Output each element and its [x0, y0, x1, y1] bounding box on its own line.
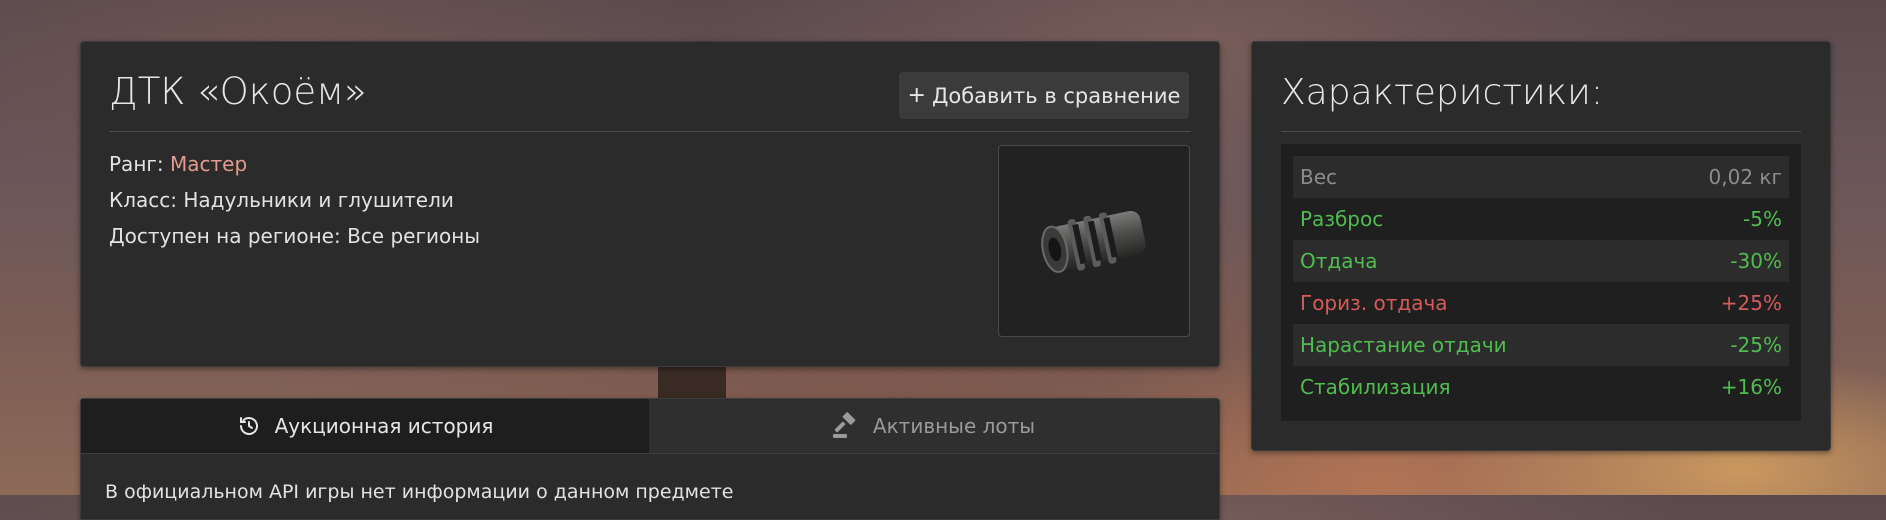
stat-value: -5%	[1743, 207, 1782, 231]
characteristics-title: Характеристики:	[1281, 72, 1603, 113]
item-image	[998, 145, 1190, 337]
stat-value: 0,02 кг	[1708, 165, 1782, 189]
stat-label: Разброс	[1300, 207, 1384, 231]
add-to-compare-label: Добавить в сравнение	[931, 83, 1181, 108]
stat-row-recoil-growth: Нарастание отдачи -25%	[1293, 324, 1789, 366]
class-line: Класс: Надульники и глушители	[109, 188, 454, 212]
auction-tabs-panel: Аукционная история Активные лоты В офици…	[80, 398, 1220, 520]
stat-label: Отдача	[1300, 249, 1378, 273]
stat-row-weight: Вес 0,02 кг	[1293, 156, 1789, 198]
item-info-panel: ДТК «Окоём» + Добавить в сравнение Ранг:…	[80, 41, 1220, 367]
tabs-divider	[81, 453, 1219, 454]
characteristics-table: Вес 0,02 кг Разброс -5% Отдача -30% Гори…	[1281, 144, 1801, 421]
stat-row-horizontal-recoil: Гориз. отдача +25%	[1293, 282, 1789, 324]
tab-active-lots-label: Активные лоты	[872, 414, 1036, 438]
rank-value: Мастер	[170, 152, 248, 176]
tab-auction-history-label: Аукционная история	[274, 414, 494, 438]
stat-row-recoil: Отдача -30%	[1293, 240, 1789, 282]
stat-value: +25%	[1720, 291, 1782, 315]
title-divider	[109, 131, 1191, 132]
history-icon	[237, 414, 261, 438]
tab-active-lots[interactable]: Активные лоты	[649, 399, 1217, 453]
stat-label: Гориз. отдача	[1300, 291, 1448, 315]
tab-auction-history[interactable]: Аукционная история	[81, 399, 649, 453]
stat-row-stabilization: Стабилизация +16%	[1293, 366, 1789, 408]
characteristics-divider	[1281, 131, 1801, 132]
stat-value: -30%	[1730, 249, 1782, 273]
no-api-info-note: В официальном API игры нет информации о …	[105, 481, 734, 503]
stat-label: Вес	[1300, 165, 1338, 189]
rank-label: Ранг:	[109, 152, 164, 176]
item-title: ДТК «Окоём»	[109, 70, 367, 113]
muzzle-brake-image	[1041, 210, 1146, 273]
region-line: Доступен на регионе: Все регионы	[109, 224, 481, 248]
stat-label: Стабилизация	[1300, 375, 1451, 399]
stat-value: +16%	[1720, 375, 1782, 399]
stat-label: Нарастание отдачи	[1300, 333, 1507, 357]
stat-row-spread: Разброс -5%	[1293, 198, 1789, 240]
rank-line: Ранг: Мастер	[109, 152, 247, 176]
add-to-compare-button[interactable]: + Добавить в сравнение	[899, 72, 1189, 119]
stat-value: -25%	[1730, 333, 1782, 357]
plus-icon: +	[907, 83, 926, 108]
gavel-icon	[831, 412, 859, 440]
characteristics-panel: Характеристики: Вес 0,02 кг Разброс -5% …	[1251, 41, 1831, 451]
